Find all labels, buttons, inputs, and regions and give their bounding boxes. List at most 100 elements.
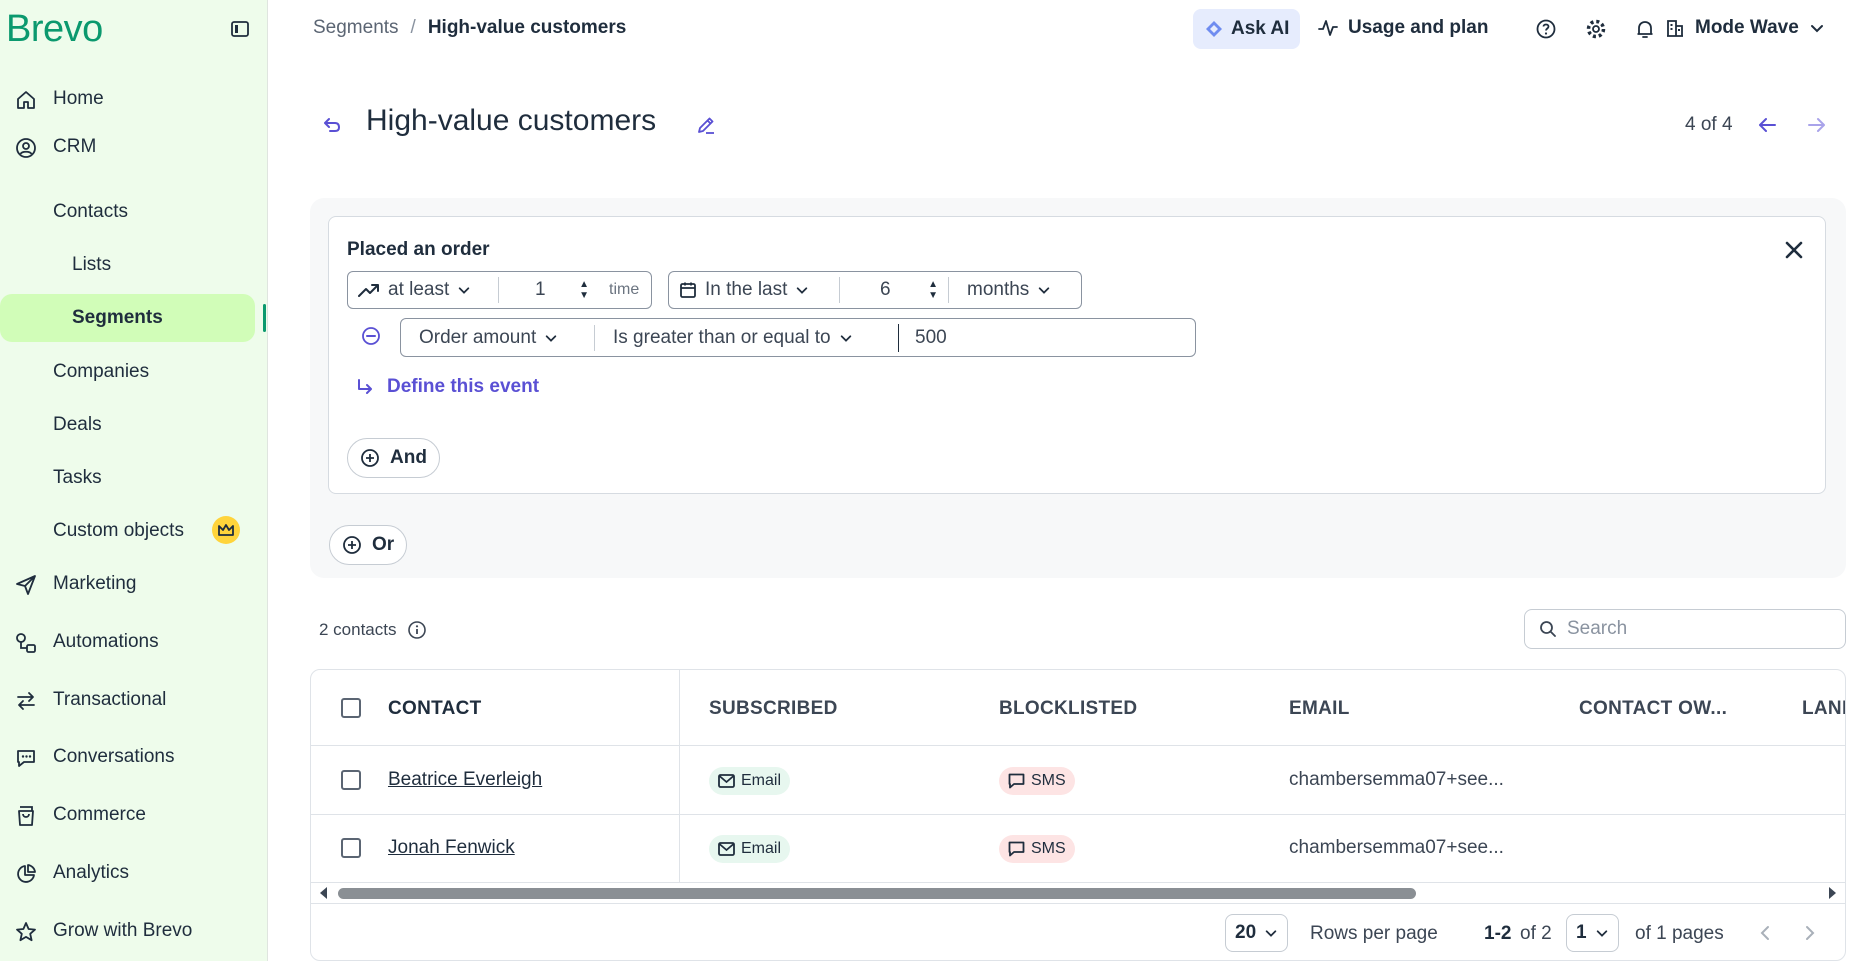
spinner-icon[interactable]: ▲ ▼ (928, 279, 938, 301)
bell-icon[interactable] (1634, 18, 1656, 40)
arrow-right-icon[interactable] (1805, 114, 1827, 136)
sidebar-item-label: Home (53, 88, 104, 109)
email-cell: chambersemma07+see... (1289, 837, 1504, 858)
column-header-landline[interactable]: LAND (1802, 698, 1845, 720)
usage-and-plan-button[interactable]: Usage and plan (1318, 17, 1488, 39)
scroll-right-icon[interactable] (1827, 887, 1837, 899)
sidebar-item-label: Segments (72, 307, 163, 328)
add-or-group-button[interactable]: Or (329, 525, 408, 565)
frequency-control: at least 1 ▲ ▼ time (347, 271, 652, 309)
chat-icon (14, 746, 38, 770)
plus-circle-icon (360, 448, 380, 468)
search-input[interactable]: Search (1524, 609, 1846, 649)
period-value-input[interactable]: 6 ▲ ▼ (840, 272, 948, 308)
breadcrumb-segments[interactable]: Segments (313, 17, 399, 39)
add-and-condition-button[interactable]: And (347, 438, 440, 478)
ask-ai-button[interactable]: Ask AI (1193, 9, 1300, 49)
scroll-left-icon[interactable] (319, 887, 329, 899)
filter-field-select[interactable]: Order amount (401, 319, 594, 356)
pie-chart-icon (14, 862, 38, 886)
scrollbar-thumb[interactable] (338, 888, 1416, 899)
active-indicator (263, 304, 266, 332)
period-unit-select[interactable]: months (949, 272, 1061, 308)
column-header-contact-owner[interactable]: CONTACT OW... (1579, 698, 1727, 720)
column-header-contact[interactable]: CONTACT (388, 698, 482, 720)
filter-value-input[interactable]: 500 (899, 319, 957, 356)
event-filter-control: Order amount Is greater than or equal to… (400, 318, 1196, 357)
and-label: And (390, 447, 427, 468)
sidebar-item-analytics[interactable]: Analytics (0, 850, 255, 896)
sidebar-item-label: Automations (53, 631, 159, 652)
back-arrow-icon[interactable] (321, 114, 343, 136)
contact-name-link[interactable]: Beatrice Everleigh (388, 769, 542, 791)
sidebar-item-contacts[interactable]: Contacts (53, 189, 128, 235)
info-icon[interactable] (407, 620, 427, 640)
table-row[interactable]: Jonah Fenwick Email SMS chambersemma07+s… (311, 815, 1845, 883)
sidebar-item-deals[interactable]: Deals (53, 402, 102, 448)
sidebar-item-lists[interactable]: Lists (72, 242, 111, 288)
crown-icon (212, 516, 240, 544)
spinner-icon[interactable]: ▲ ▼ (579, 279, 589, 301)
sidebar-item-companies[interactable]: Companies (53, 349, 149, 395)
table-row[interactable]: Beatrice Everleigh Email SMS chambersemm… (311, 747, 1845, 815)
define-event-link[interactable]: Define this event (355, 376, 539, 398)
sidebar-item-home[interactable]: Home (0, 76, 255, 122)
account-switcher[interactable]: Mode Wave (1665, 17, 1825, 39)
frequency-operator-select[interactable]: at least (348, 272, 498, 308)
column-header-subscribed[interactable]: SUBSCRIBED (709, 698, 838, 720)
remove-filter-icon[interactable] (360, 325, 382, 347)
horizontal-scrollbar[interactable] (311, 883, 1845, 903)
help-icon[interactable] (1535, 18, 1557, 40)
bag-icon (14, 804, 38, 828)
sidebar-item-crm[interactable]: CRM (0, 124, 255, 170)
page-title: High-value customers (366, 104, 657, 137)
sidebar-item-automations[interactable]: Automations (0, 619, 255, 665)
ai-diamond-icon (1205, 20, 1223, 38)
sidebar-item-commerce[interactable]: Commerce (0, 792, 255, 838)
previous-page-icon[interactable] (1758, 925, 1772, 941)
activity-icon (1318, 18, 1338, 38)
rows-per-page-select[interactable]: 20 (1225, 914, 1289, 952)
row-checkbox[interactable] (341, 838, 361, 858)
gear-icon[interactable] (1585, 18, 1607, 40)
blocklisted-sms-badge: SMS (999, 835, 1075, 863)
arrow-left-icon[interactable] (1757, 114, 1779, 136)
sidebar-item-transactional[interactable]: Transactional (0, 677, 255, 723)
building-icon (1665, 18, 1685, 38)
blocklisted-sms-badge: SMS (999, 767, 1075, 795)
page-select[interactable]: 1 (1566, 914, 1619, 952)
chevron-down-icon (1264, 926, 1278, 940)
filter-operator-select[interactable]: Is greater than or equal to (595, 319, 898, 356)
account-name: Mode Wave (1695, 17, 1799, 38)
frequency-value: 1 (535, 279, 546, 300)
period-operator-select[interactable]: In the last (669, 272, 839, 308)
period-value: 6 (880, 279, 891, 300)
column-header-blocklisted[interactable]: BLOCKLISTED (999, 698, 1137, 720)
sidebar-item-marketing[interactable]: Marketing (0, 561, 255, 607)
badge-label: SMS (1031, 840, 1066, 857)
plus-circle-icon (342, 535, 362, 555)
sidebar-item-custom-objects[interactable]: Custom objects (53, 508, 184, 554)
filter-field-value: Order amount (419, 326, 537, 348)
sidebar-item-conversations[interactable]: Conversations (0, 734, 255, 780)
chevron-down-icon (1809, 20, 1825, 36)
sidebar-collapse-icon[interactable] (230, 19, 250, 39)
contact-name-link[interactable]: Jonah Fenwick (388, 837, 515, 859)
row-checkbox[interactable] (341, 770, 361, 790)
sidebar-item-segments[interactable]: Segments (0, 294, 255, 342)
frequency-operator-value: at least (388, 279, 450, 300)
brevo-logo[interactable]: Brevo (6, 8, 103, 51)
frequency-value-input[interactable]: 1 ▲ ▼ (499, 272, 599, 308)
pencil-icon[interactable] (695, 114, 717, 136)
select-all-checkbox[interactable] (341, 698, 361, 718)
close-icon[interactable] (1782, 238, 1806, 262)
breadcrumb-separator: / (410, 17, 416, 38)
chevron-down-icon (795, 283, 809, 297)
message-icon (1008, 773, 1025, 789)
sidebar-item-grow[interactable]: Grow with Brevo (0, 908, 255, 954)
column-header-email[interactable]: EMAIL (1289, 698, 1350, 720)
sidebar-item-tasks[interactable]: Tasks (53, 455, 102, 501)
sidebar-item-label: Conversations (53, 746, 175, 767)
next-page-icon[interactable] (1803, 925, 1817, 941)
sidebar-item-label: Analytics (53, 862, 130, 883)
